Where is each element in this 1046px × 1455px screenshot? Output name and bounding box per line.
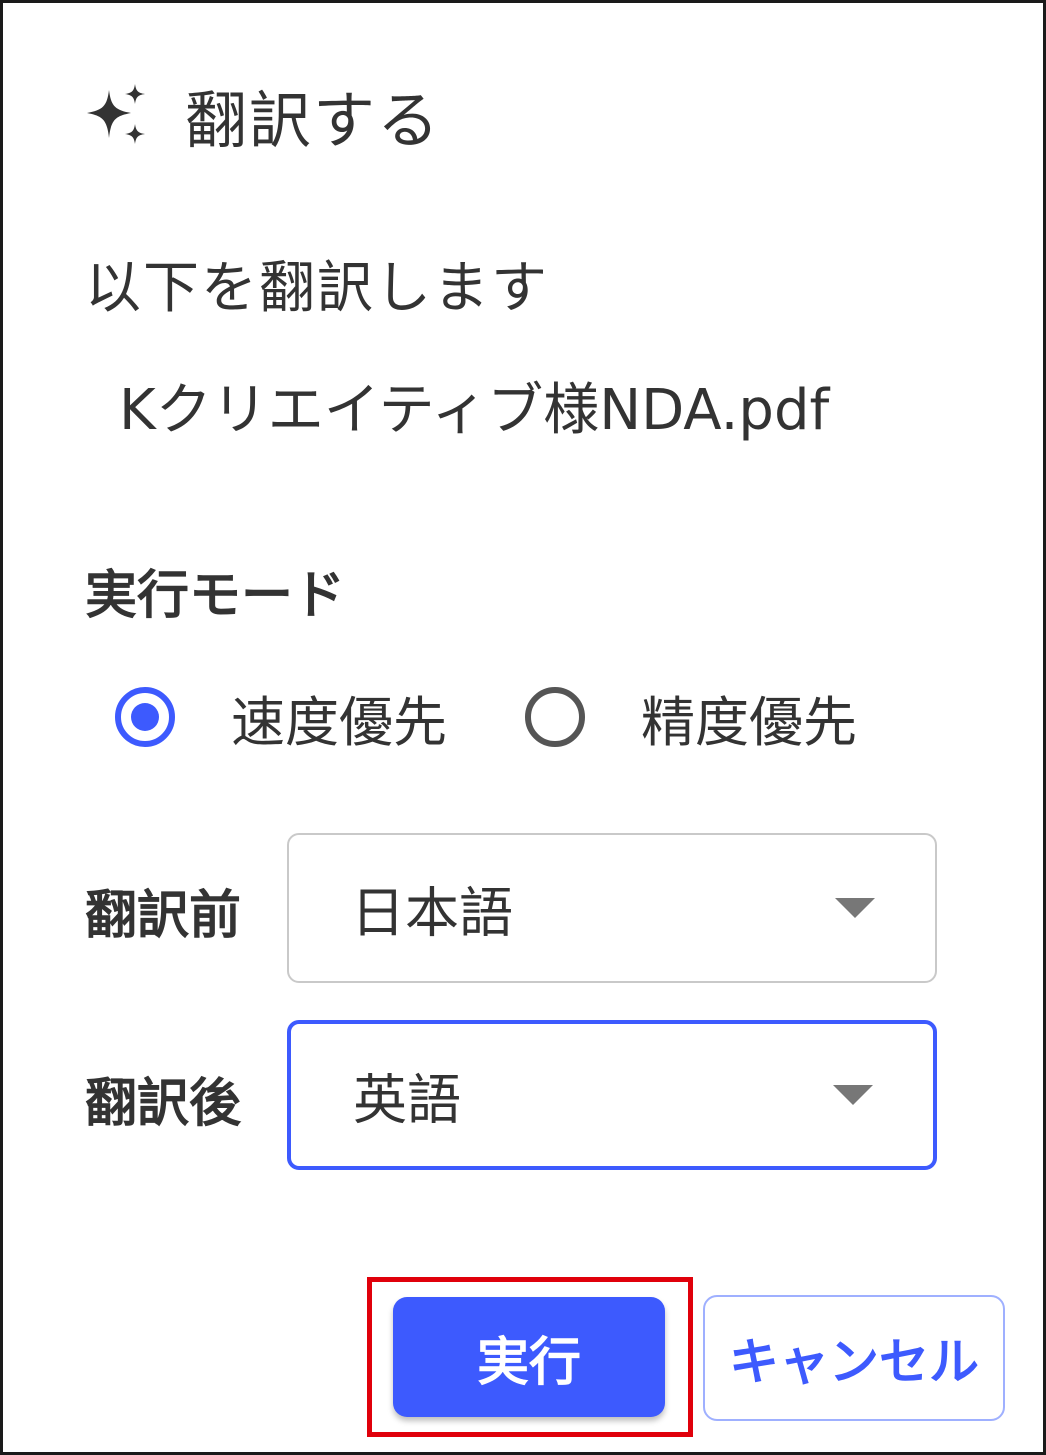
dropdown-arrow-icon: [835, 898, 875, 918]
file-name: Kクリエイティブ様NDA.pdf: [119, 378, 830, 443]
radio-button-checked[interactable]: [115, 687, 175, 747]
mode-label: 実行モード: [85, 566, 346, 626]
radio-button-unchecked[interactable]: [525, 687, 585, 747]
radio-speed-priority[interactable]: 速度優先: [115, 675, 447, 759]
radio-label-accuracy: 精度優先: [641, 690, 857, 754]
target-language-select[interactable]: 英語: [287, 1020, 937, 1170]
radio-accuracy-priority[interactable]: 精度優先: [525, 675, 857, 759]
dialog-header: 翻訳する: [85, 75, 441, 157]
source-language-select[interactable]: 日本語: [287, 833, 937, 983]
target-language-label: 翻訳後: [85, 1074, 242, 1134]
execute-button[interactable]: 実行: [393, 1297, 665, 1417]
translate-dialog: 翻訳する 以下を翻訳します Kクリエイティブ様NDA.pdf 実行モード 速度優…: [0, 0, 1046, 1455]
target-language-value: 英語: [353, 1068, 461, 1132]
description-text: 以下を翻訳します: [85, 256, 549, 321]
source-language-value: 日本語: [351, 881, 513, 945]
source-language-label: 翻訳前: [85, 886, 242, 946]
cancel-button[interactable]: キャンセル: [703, 1295, 1005, 1421]
dropdown-arrow-icon: [833, 1085, 873, 1105]
radio-label-speed: 速度優先: [231, 690, 447, 754]
sparkle-icon: [87, 84, 145, 144]
dialog-title: 翻訳する: [185, 84, 442, 157]
